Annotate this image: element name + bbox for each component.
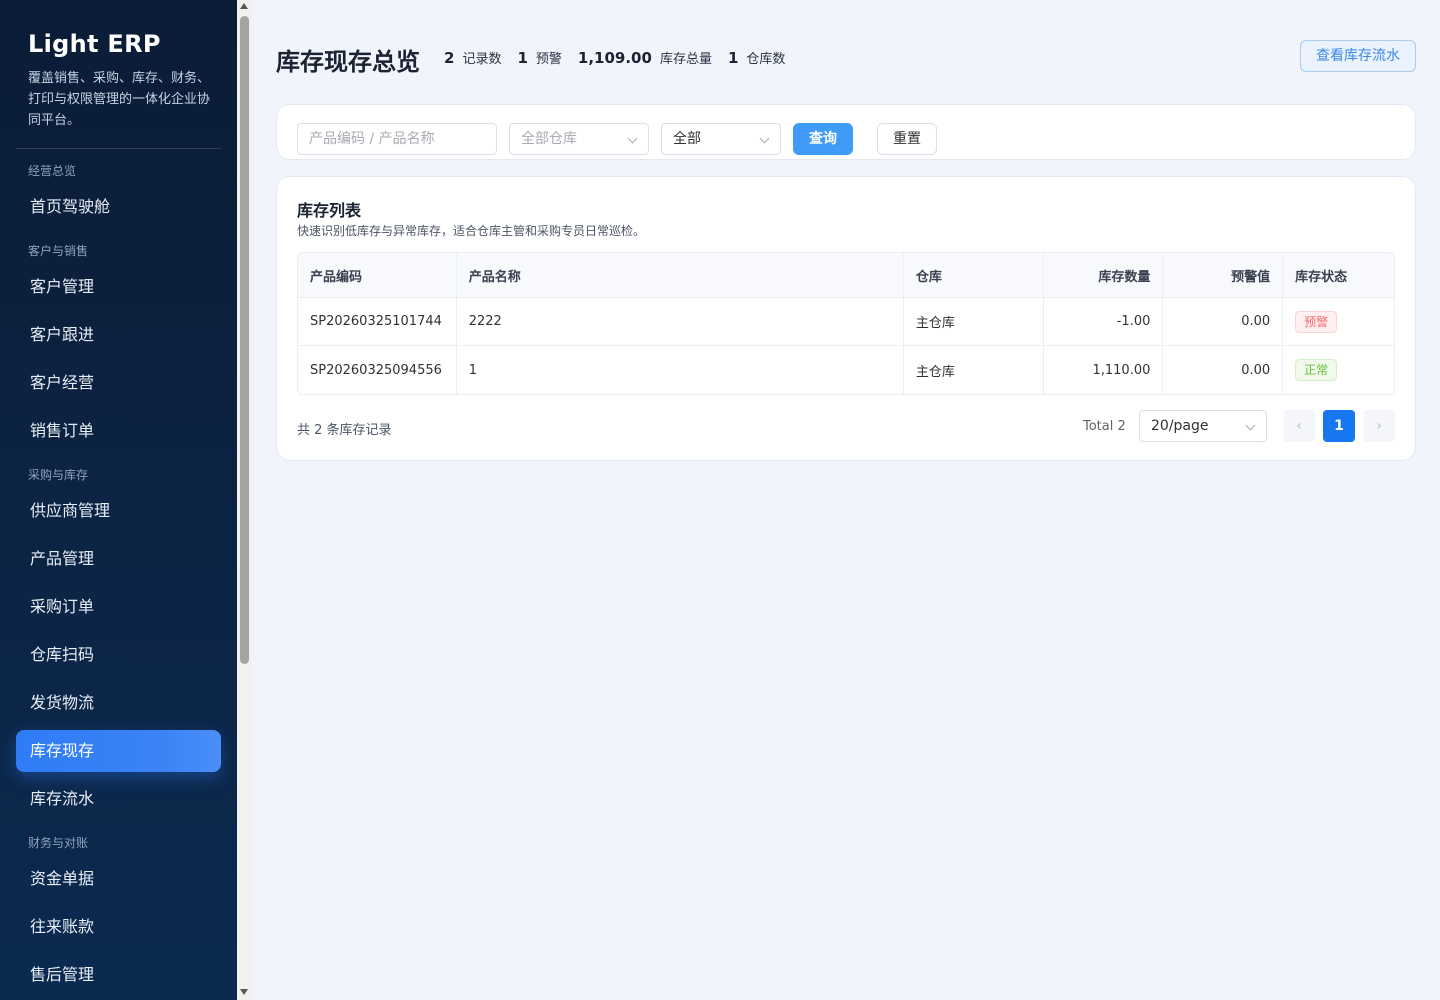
- column-header-code[interactable]: 产品编码: [298, 253, 457, 297]
- cell-code: SP20260325094556: [298, 346, 457, 394]
- pagination-total: Total 2: [1083, 419, 1126, 434]
- chevron-down-icon: [627, 133, 638, 144]
- inventory-table: 产品编码 产品名称 仓库 库存数量 预警值 库存状态 SP20260325101…: [297, 252, 1395, 395]
- cell-name: 1: [457, 346, 904, 394]
- column-header-quantity[interactable]: 库存数量: [1044, 253, 1164, 297]
- record-count-text: 共 2 条库存记录: [297, 423, 392, 438]
- cell-warehouse: 主仓库: [904, 298, 1044, 345]
- table-row[interactable]: SP20260325101744 2222 主仓库 -1.00 0.00 预警: [298, 298, 1394, 346]
- cell-status: 正常: [1283, 346, 1394, 394]
- stat-record-count: 2 记录数: [444, 48, 501, 67]
- brand-description: 覆盖销售、采购、库存、财务、打印与权限管理的一体化企业协同平台。: [28, 71, 211, 128]
- stat-warning-count: 1 预警: [517, 48, 561, 67]
- cell-quantity: 1,110.00: [1044, 346, 1164, 394]
- sidebar-scrollbar[interactable]: [237, 0, 252, 1000]
- nav-item-accounts[interactable]: 往来账款: [16, 906, 221, 948]
- prev-page-button[interactable]: ‹: [1283, 410, 1315, 442]
- stat-value: 1: [727, 49, 739, 67]
- warehouse-select-placeholder: 全部仓库: [521, 131, 577, 147]
- warehouse-select[interactable]: 全部仓库: [509, 123, 649, 155]
- page-number-button[interactable]: 1: [1323, 410, 1355, 442]
- stat-value: 1: [517, 49, 528, 67]
- inventory-list-card: 库存列表 快速识别低库存与异常库存，适合仓库主管和采购专员日常巡检。 产品编码 …: [276, 176, 1416, 461]
- nav-item-sales-orders[interactable]: 销售订单: [16, 410, 221, 452]
- column-header-name[interactable]: 产品名称: [457, 253, 904, 297]
- nav-item-products[interactable]: 产品管理: [16, 538, 221, 580]
- keyword-search-input[interactable]: 产品编码 / 产品名称: [297, 123, 497, 155]
- header-stats: 2 记录数 1 预警 1,109.00 库存总量 1 仓库数: [444, 48, 801, 67]
- filter-card: 产品编码 / 产品名称 全部仓库 全部 查询 重置: [276, 104, 1416, 160]
- nav-group-finance: 财务与对账: [28, 836, 89, 850]
- page-size-value: 20/page: [1151, 418, 1209, 434]
- nav-item-inventory-stock[interactable]: 库存现存: [16, 730, 221, 772]
- sidebar: Light ERP 覆盖销售、采购、库存、财务、打印与权限管理的一体化企业协同平…: [0, 0, 237, 1000]
- stat-value: 2: [444, 49, 455, 67]
- column-header-warehouse[interactable]: 仓库: [904, 253, 1044, 297]
- chevron-right-icon: ›: [1376, 418, 1382, 434]
- stat-label: 仓库数: [746, 52, 786, 67]
- cell-code: SP20260325101744: [298, 298, 457, 345]
- column-header-status[interactable]: 库存状态: [1283, 253, 1394, 297]
- next-page-button[interactable]: ›: [1363, 410, 1395, 442]
- scroll-up-icon[interactable]: [240, 3, 248, 9]
- page-size-select[interactable]: 20/page: [1139, 410, 1267, 442]
- sidebar-divider: [16, 148, 221, 149]
- status-badge-normal: 正常: [1295, 359, 1338, 381]
- cell-status: 预警: [1283, 298, 1394, 345]
- page-title: 库存现存总览: [276, 48, 420, 76]
- view-inventory-flow-button[interactable]: 查看库存流水: [1300, 40, 1416, 72]
- scroll-down-icon[interactable]: [240, 989, 248, 995]
- chevron-down-icon: [1245, 420, 1256, 431]
- brand-logo-text: Light ERP: [28, 30, 161, 58]
- stat-total-quantity: 1,109.00 库存总量: [578, 48, 712, 67]
- table-row[interactable]: SP20260325094556 1 主仓库 1,110.00 0.00 正常: [298, 346, 1394, 394]
- nav-item-customer-management[interactable]: 客户管理: [16, 266, 221, 308]
- cell-warning-value: 0.00: [1163, 298, 1284, 345]
- list-title: 库存列表: [297, 201, 362, 220]
- status-badge-warning: 预警: [1295, 310, 1338, 333]
- nav-item-dashboard[interactable]: 首页驾驶舱: [16, 186, 221, 228]
- stat-warehouse-count: 1 仓库数: [728, 48, 785, 67]
- cell-warehouse: 主仓库: [904, 346, 1044, 394]
- nav-item-customer-operation[interactable]: 客户经营: [16, 362, 221, 404]
- stat-label: 记录数: [462, 52, 502, 67]
- reset-button[interactable]: 重置: [877, 123, 937, 155]
- cell-name: 2222: [457, 298, 904, 345]
- nav-group-overview: 经营总览: [28, 164, 77, 178]
- cell-warning-value: 0.00: [1163, 346, 1284, 394]
- stat-label: 预警: [535, 52, 562, 67]
- scroll-thumb[interactable]: [240, 16, 249, 664]
- nav-item-inventory-flow[interactable]: 库存流水: [16, 778, 221, 820]
- nav-item-customer-followup[interactable]: 客户跟进: [16, 314, 221, 356]
- cell-quantity: -1.00: [1044, 298, 1164, 345]
- nav-group-customer-sales: 客户与销售: [28, 244, 89, 258]
- stat-label: 库存总量: [659, 52, 712, 67]
- nav-group-purchase-inventory: 采购与库存: [28, 468, 89, 482]
- query-button[interactable]: 查询: [793, 123, 853, 155]
- status-select[interactable]: 全部: [661, 123, 781, 155]
- nav-item-shipping[interactable]: 发货物流: [16, 682, 221, 724]
- nav-item-fund-documents[interactable]: 资金单据: [16, 858, 221, 900]
- table-header-row: 产品编码 产品名称 仓库 库存数量 预警值 库存状态: [298, 253, 1394, 298]
- nav-item-warehouse-scan[interactable]: 仓库扫码: [16, 634, 221, 676]
- chevron-down-icon: [759, 133, 770, 144]
- stat-value: 1,109.00: [577, 49, 652, 67]
- chevron-left-icon: ‹: [1296, 418, 1302, 434]
- status-select-value: 全部: [673, 131, 701, 147]
- list-description: 快速识别低库存与异常库存，适合仓库主管和采购专员日常巡检。: [297, 224, 646, 238]
- nav-item-after-sales[interactable]: 售后管理: [16, 954, 221, 996]
- nav-item-suppliers[interactable]: 供应商管理: [16, 490, 221, 532]
- column-header-warning-value[interactable]: 预警值: [1163, 253, 1284, 297]
- nav-item-purchase-orders[interactable]: 采购订单: [16, 586, 221, 628]
